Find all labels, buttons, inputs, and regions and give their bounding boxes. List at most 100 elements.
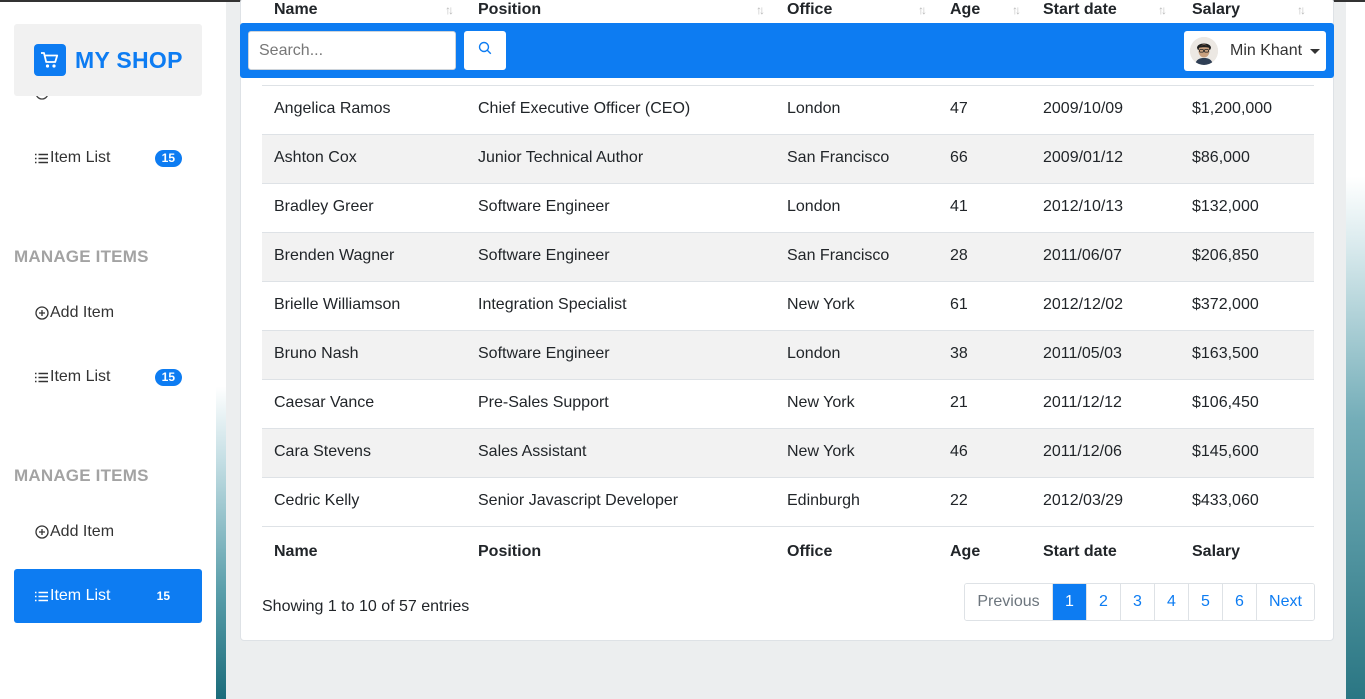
- cell-name: Caesar Vance: [274, 394, 375, 411]
- cell-position: Software Engineer: [478, 198, 610, 215]
- cell-start-date: 2011/12/12: [1043, 394, 1122, 411]
- footer-header-position: Position: [478, 543, 542, 560]
- pagination-previous[interactable]: Previous: [965, 584, 1052, 620]
- cell-position: Sales Assistant: [478, 443, 587, 460]
- data-table-card: Name ↑↓ Position ↑↓ Office ↑↓ Age ↑↓ Sta…: [240, 0, 1334, 641]
- cell-office: San Francisco: [787, 247, 890, 264]
- pagination: Previous 1 2 3 4 5 6 Next: [964, 583, 1315, 621]
- sort-icon: ↑↓: [918, 3, 927, 17]
- pagination-next[interactable]: Next: [1256, 584, 1314, 620]
- cell-office: Edinburgh: [787, 492, 860, 509]
- footer-header-name: Name: [274, 543, 318, 560]
- cell-salary: $433,060: [1192, 492, 1259, 509]
- table-row: Brielle Williamson Integration Specialist…: [262, 281, 1314, 330]
- list-icon: [34, 370, 49, 385]
- cell-office: New York: [787, 394, 855, 411]
- cell-name: Brielle Williamson: [274, 296, 401, 313]
- cell-start-date: 2012/12/02: [1043, 296, 1124, 313]
- sidebar-item-add-item[interactable]: Add Item: [14, 286, 202, 340]
- column-header-office[interactable]: Office: [787, 1, 832, 19]
- table-info: Showing 1 to 10 of 57 entries: [262, 598, 470, 615]
- cell-age: 47: [950, 100, 968, 117]
- table-header: Name ↑↓ Position ↑↓ Office ↑↓ Age ↑↓ Sta…: [262, 0, 1314, 25]
- sort-icon: ↑↓: [756, 3, 765, 17]
- section-heading: MANAGE ITEMS: [14, 247, 149, 266]
- sidebar-item-add-item[interactable]: Add Item: [14, 505, 202, 559]
- footer-header-salary: Salary: [1192, 543, 1241, 560]
- pagination-page-5[interactable]: 5: [1188, 584, 1222, 620]
- chevron-down-icon: [1310, 48, 1321, 54]
- cell-start-date: 2011/06/07: [1043, 247, 1122, 264]
- sidebar-edge-decoration: [216, 2, 226, 699]
- user-name: Min Khant: [1230, 42, 1303, 59]
- column-header-start-date[interactable]: Start date: [1043, 1, 1117, 19]
- cell-salary: $1,200,000: [1192, 100, 1273, 117]
- pagination-page-6[interactable]: 6: [1222, 584, 1256, 620]
- sidebar-item-label: Item List: [50, 587, 111, 604]
- sort-icon: ↑↓: [1297, 3, 1306, 17]
- cell-position: Junior Technical Author: [478, 149, 644, 166]
- section-heading: MANAGE ITEMS: [14, 466, 149, 485]
- avatar: [1190, 37, 1218, 65]
- sidebar-item-label: Add Item: [50, 304, 115, 321]
- column-header-age[interactable]: Age: [950, 1, 980, 19]
- cell-name: Cara Stevens: [274, 443, 371, 460]
- cell-salary: $132,000: [1192, 198, 1259, 215]
- cell-start-date: 2012/10/13: [1043, 198, 1124, 215]
- table-row: Bradley Greer Software Engineer London 41 20…: [262, 183, 1314, 232]
- cell-name: Ashton Cox: [274, 149, 357, 166]
- cell-position: Software Engineer: [478, 345, 610, 362]
- cell-start-date: 2009/10/09: [1043, 100, 1124, 117]
- column-header-position[interactable]: Position: [478, 1, 541, 19]
- column-header-salary[interactable]: Salary: [1192, 1, 1240, 19]
- table-row: Bruno Nash Software Engineer London 38 2011/…: [262, 330, 1314, 379]
- cell-salary: $106,450: [1192, 394, 1259, 411]
- count-badge: 15: [154, 150, 182, 167]
- cell-age: 66: [950, 149, 968, 166]
- search-icon: [478, 41, 492, 60]
- table-row: Brenden Wagner Software Engineer San Franc…: [262, 232, 1314, 281]
- table-row: Ashton Cox Junior Technical Author San Fra…: [262, 134, 1314, 183]
- sidebar-item-label: Add Item: [50, 523, 115, 540]
- cell-age: 41: [950, 198, 968, 215]
- search-button[interactable]: [464, 31, 506, 70]
- sidebar-item-item-list[interactable]: Item List 15: [14, 131, 202, 185]
- search-input[interactable]: [248, 31, 456, 70]
- cell-salary: $145,600: [1192, 443, 1259, 460]
- cell-name: Bradley Greer: [274, 198, 374, 215]
- cell-office: New York: [787, 296, 855, 313]
- footer-header-start-date: Start date: [1043, 543, 1117, 560]
- pagination-page-2[interactable]: 2: [1086, 584, 1120, 620]
- cell-salary: $86,000: [1192, 149, 1250, 166]
- cell-age: 61: [950, 296, 968, 313]
- cell-salary: $163,500: [1192, 345, 1259, 362]
- cell-office: New York: [787, 443, 855, 460]
- cell-position: Pre-Sales Support: [478, 394, 609, 411]
- column-header-name[interactable]: Name: [274, 1, 318, 19]
- footer-header-office: Office: [787, 543, 833, 560]
- pagination-page-3[interactable]: 3: [1120, 584, 1154, 620]
- brand-logo[interactable]: MY SHOP: [14, 24, 202, 96]
- cell-start-date: 2011/12/06: [1043, 443, 1122, 460]
- user-menu-dropdown[interactable]: Min Khant: [1184, 31, 1326, 71]
- count-badge: 15: [156, 589, 170, 603]
- cell-age: 46: [950, 443, 968, 460]
- cell-name: Bruno Nash: [274, 345, 359, 362]
- cell-salary: $372,000: [1192, 296, 1259, 313]
- count-badge: 15: [154, 369, 182, 386]
- footer-header-age: Age: [950, 543, 981, 560]
- sidebar: Add Item MY SHOP Item List 15 MANAGE ITE…: [0, 2, 216, 699]
- pagination-page-1[interactable]: 1: [1052, 584, 1086, 620]
- sidebar-item-item-list[interactable]: Item List 15: [14, 350, 202, 404]
- sidebar-item-label: Item List: [50, 368, 111, 385]
- table-row: Caesar Vance Pre-Sales Support New York 21 2…: [262, 379, 1314, 428]
- pagination-page-4[interactable]: 4: [1154, 584, 1188, 620]
- cell-age: 28: [950, 247, 968, 264]
- cell-office: San Francisco: [787, 149, 890, 166]
- cell-start-date: 2012/03/29: [1043, 492, 1124, 509]
- cell-age: 21: [950, 394, 968, 411]
- cell-start-date: 2009/01/12: [1043, 149, 1124, 166]
- cell-office: London: [787, 345, 841, 362]
- sidebar-item-label: Item List: [50, 149, 111, 166]
- sidebar-item-item-list-active[interactable]: Item List 15: [14, 569, 202, 623]
